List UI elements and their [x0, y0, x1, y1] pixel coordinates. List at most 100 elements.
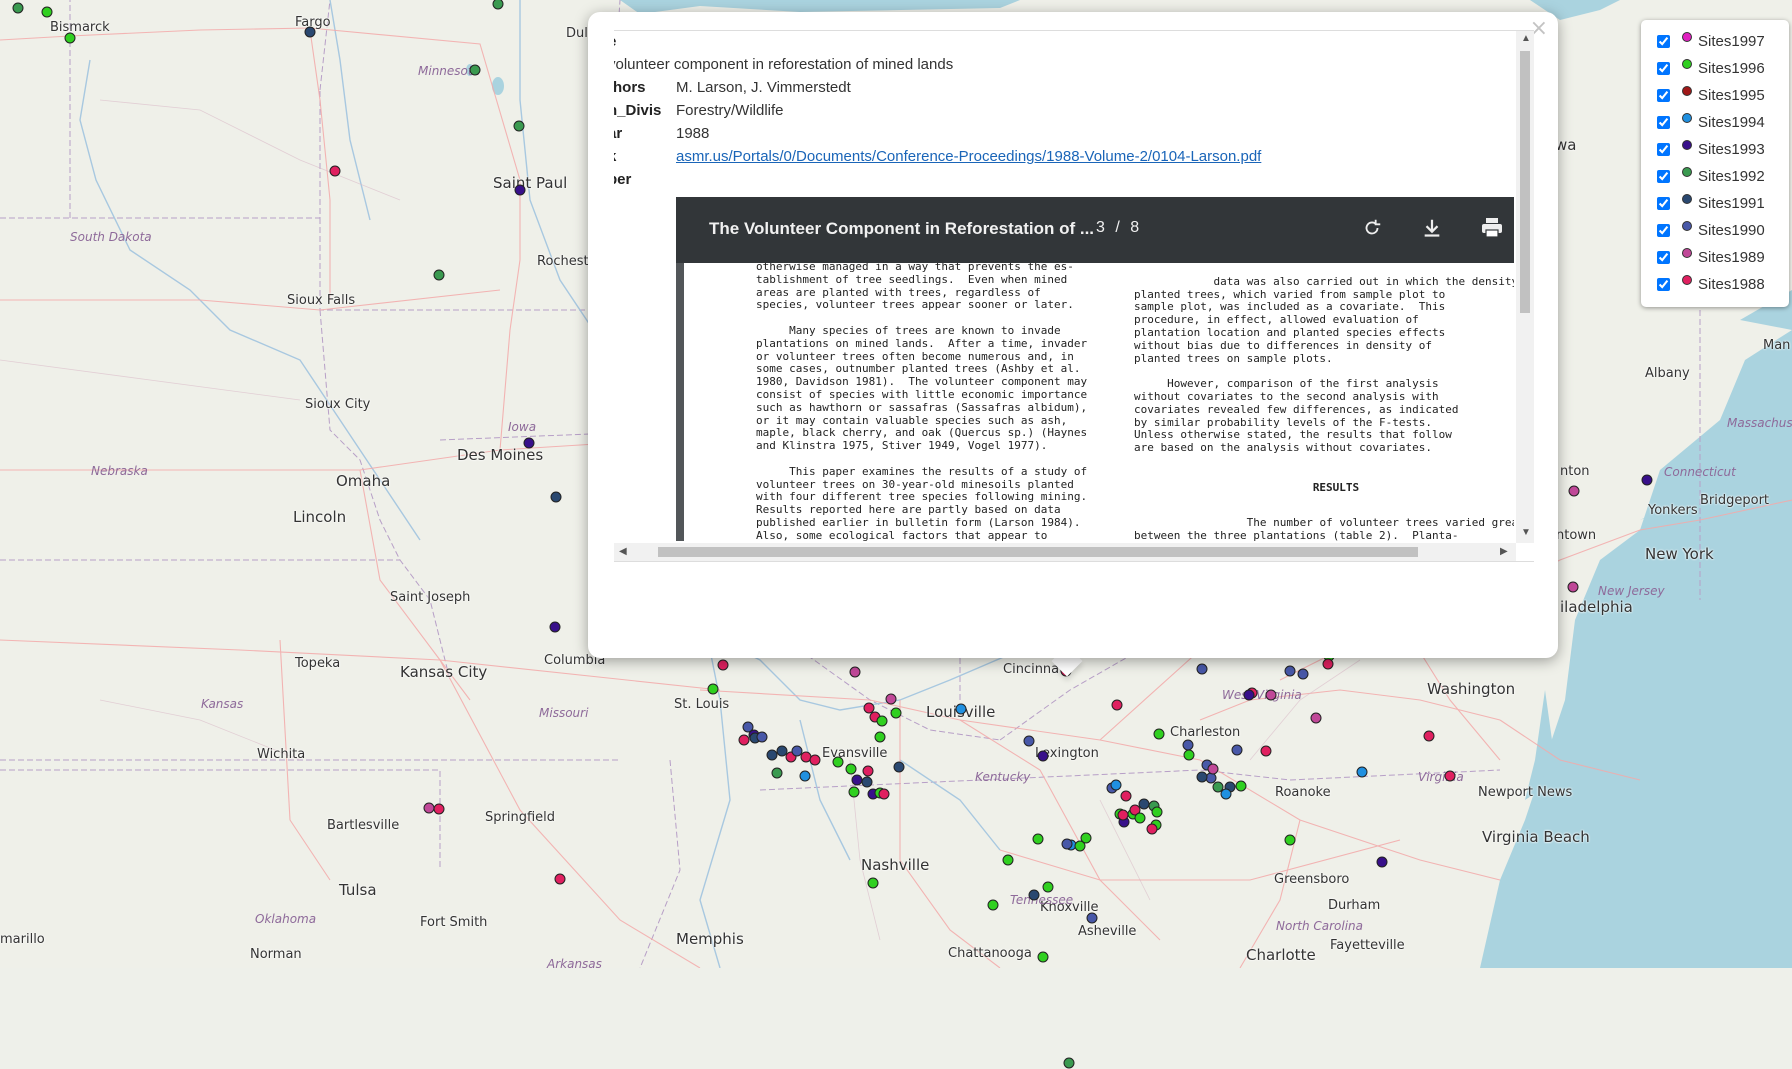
site-marker-sites1993[interactable] [1037, 750, 1049, 762]
site-marker-sites1988[interactable] [433, 803, 445, 815]
feature-popup[interactable]: × e volunteer component in reforestation… [588, 12, 1558, 658]
site-marker-sites1996[interactable] [987, 899, 999, 911]
site-marker-sites1991[interactable] [550, 491, 562, 503]
site-marker-sites1996[interactable] [848, 786, 860, 798]
site-marker-sites1990[interactable] [1284, 665, 1296, 677]
site-marker-sites1989[interactable] [885, 693, 897, 705]
pdf-current-page[interactable]: 3 [1096, 219, 1105, 236]
site-marker-sites1996[interactable] [845, 763, 857, 775]
site-marker-sites1994[interactable] [799, 770, 811, 782]
layer-checkbox[interactable] [1657, 251, 1670, 264]
layer-toggle-sites1995[interactable]: Sites1995 [1651, 82, 1789, 109]
site-marker-sites1990[interactable] [1196, 663, 1208, 675]
site-marker-sites1990[interactable] [1023, 735, 1035, 747]
scroll-up-arrow[interactable]: ▲ [1521, 33, 1531, 44]
layer-checkbox[interactable] [1657, 62, 1670, 75]
site-marker-sites1993[interactable] [514, 184, 526, 196]
layer-toggle-sites1993[interactable]: Sites1993 [1651, 136, 1789, 163]
site-marker-sites1996[interactable] [874, 731, 886, 743]
layer-checkbox[interactable] [1657, 143, 1670, 156]
site-marker-sites1989[interactable] [1568, 485, 1580, 497]
site-marker-sites1996[interactable] [1183, 749, 1195, 761]
site-marker-sites1988[interactable] [1117, 809, 1129, 821]
site-marker-sites1996[interactable] [1151, 806, 1163, 818]
site-marker-sites1996[interactable] [1284, 834, 1296, 846]
site-marker-sites1991[interactable] [1196, 771, 1208, 783]
site-marker-sites1992[interactable] [12, 2, 24, 14]
site-marker-sites1996[interactable] [1042, 881, 1054, 893]
layer-checkbox[interactable] [1657, 170, 1670, 183]
site-marker-sites1994[interactable] [1356, 766, 1368, 778]
site-marker-sites1988[interactable] [1111, 699, 1123, 711]
download-icon[interactable] [1417, 213, 1447, 243]
site-marker-sites1988[interactable] [809, 754, 821, 766]
site-marker-sites1996[interactable] [64, 32, 76, 44]
site-marker-sites1992[interactable] [433, 269, 445, 281]
site-marker-sites1994[interactable] [1110, 779, 1122, 791]
layer-toggle-sites1991[interactable]: Sites1991 [1651, 190, 1789, 217]
layer-toggle-sites1996[interactable]: Sites1996 [1651, 55, 1789, 82]
site-marker-sites1996[interactable] [890, 707, 902, 719]
site-marker-sites1992[interactable] [771, 767, 783, 779]
site-marker-sites1996[interactable] [1080, 832, 1092, 844]
rotate-icon[interactable] [1357, 213, 1387, 243]
site-marker-sites1991[interactable] [893, 761, 905, 773]
layer-toggle-sites1997[interactable]: Sites1997 [1651, 28, 1789, 55]
site-marker-sites1993[interactable] [1376, 856, 1388, 868]
site-marker-sites1991[interactable] [1028, 889, 1040, 901]
site-marker-sites1996[interactable] [41, 6, 53, 18]
site-marker-sites1993[interactable] [523, 437, 535, 449]
site-marker-sites1994[interactable] [955, 703, 967, 715]
site-marker-sites1988[interactable] [878, 788, 890, 800]
site-marker-sites1988[interactable] [554, 873, 566, 885]
layer-toggle-sites1989[interactable]: Sites1989 [1651, 244, 1789, 271]
site-marker-sites1988[interactable] [1444, 770, 1456, 782]
site-marker-sites1989[interactable] [849, 666, 861, 678]
site-marker-sites1993[interactable] [1243, 689, 1255, 701]
site-marker-sites1996[interactable] [832, 756, 844, 768]
layer-checkbox[interactable] [1657, 278, 1670, 291]
site-marker-sites1996[interactable] [876, 715, 888, 727]
site-marker-sites1996[interactable] [1037, 951, 1049, 963]
site-marker-sites1989[interactable] [1207, 763, 1219, 775]
layer-checkbox[interactable] [1657, 35, 1670, 48]
scroll-right-arrow[interactable]: ▶ [1500, 546, 1508, 557]
site-marker-sites1996[interactable] [1002, 854, 1014, 866]
site-marker-sites1988[interactable] [1146, 823, 1158, 835]
site-marker-sites1994[interactable] [1220, 788, 1232, 800]
site-marker-sites1988[interactable] [1423, 730, 1435, 742]
site-marker-sites1988[interactable] [329, 165, 341, 177]
site-marker-sites1992[interactable] [469, 64, 481, 76]
site-marker-sites1990[interactable] [1061, 838, 1073, 850]
vertical-scroll-thumb[interactable] [1520, 51, 1530, 313]
layer-checkbox[interactable] [1657, 197, 1670, 210]
pdf-link[interactable]: asmr.us/Portals/0/Documents/Conference-P… [676, 148, 1261, 165]
vertical-scrollbar[interactable]: ▲ ▼ [1516, 31, 1534, 543]
layer-toggle-sites1990[interactable]: Sites1990 [1651, 217, 1789, 244]
scroll-left-arrow[interactable]: ◀ [619, 546, 627, 557]
site-marker-sites1996[interactable] [867, 877, 879, 889]
site-marker-sites1993[interactable] [549, 621, 561, 633]
layer-toggle-sites1988[interactable]: Sites1988 [1651, 271, 1789, 298]
site-marker-sites1991[interactable] [861, 776, 873, 788]
site-marker-sites1989[interactable] [1567, 581, 1579, 593]
scroll-down-arrow[interactable]: ▼ [1521, 527, 1531, 538]
site-marker-sites1996[interactable] [707, 683, 719, 695]
site-marker-sites1988[interactable] [1260, 745, 1272, 757]
site-marker-sites1990[interactable] [756, 731, 768, 743]
site-marker-sites1990[interactable] [1231, 744, 1243, 756]
site-marker-sites1996[interactable] [1235, 780, 1247, 792]
site-marker-sites1988[interactable] [862, 765, 874, 777]
site-marker-sites1992[interactable] [1063, 1057, 1075, 1069]
layer-toggle-sites1994[interactable]: Sites1994 [1651, 109, 1789, 136]
site-marker-sites1989[interactable] [1265, 689, 1277, 701]
layer-checkbox[interactable] [1657, 116, 1670, 129]
site-marker-sites1992[interactable] [513, 120, 525, 132]
popup-scroll-frame[interactable]: e volunteer component in reforestation o… [614, 30, 1534, 562]
horizontal-scrollbar[interactable]: ◀ ▶ [614, 543, 1516, 561]
site-marker-sites1993[interactable] [1641, 474, 1653, 486]
layer-toggle-sites1992[interactable]: Sites1992 [1651, 163, 1789, 190]
site-marker-sites1996[interactable] [1032, 833, 1044, 845]
layer-checkbox[interactable] [1657, 89, 1670, 102]
horizontal-scroll-thumb[interactable] [658, 547, 1418, 557]
